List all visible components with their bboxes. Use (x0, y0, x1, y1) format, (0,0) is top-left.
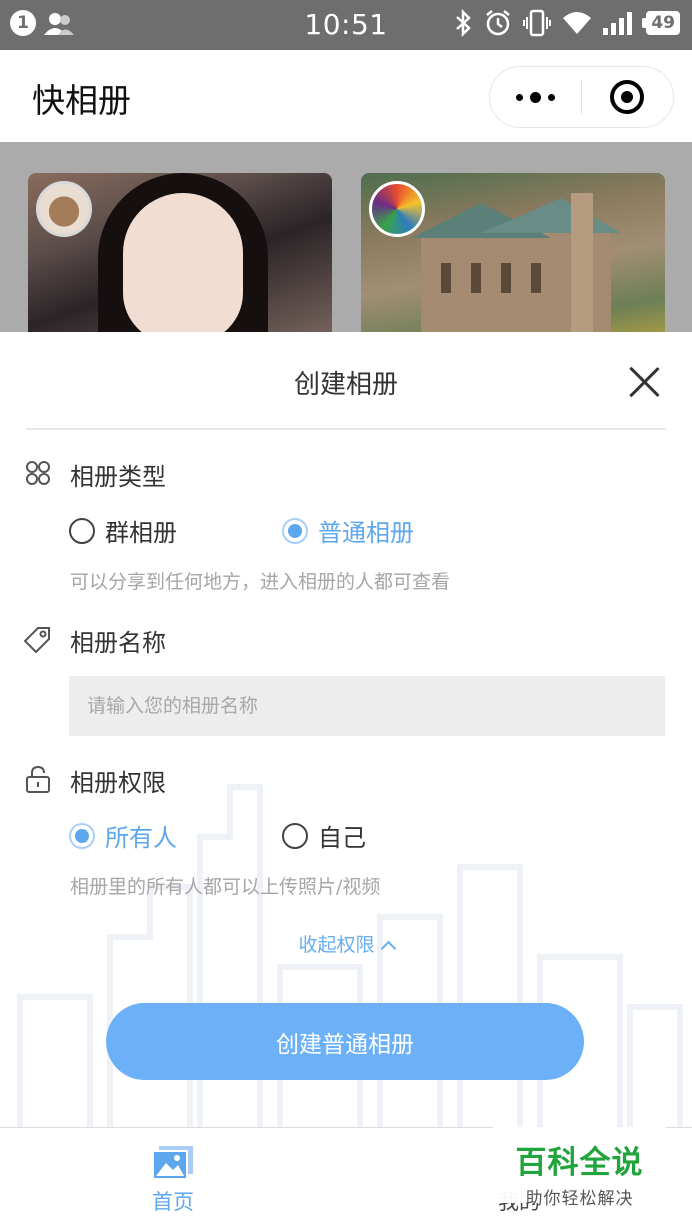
four-petal-grid-icon (26, 461, 50, 485)
wifi-icon (563, 12, 592, 34)
signal-icon (603, 12, 633, 35)
tab-label: 首页 (152, 1190, 194, 1214)
radio-label: 所有人 (105, 824, 177, 852)
radio-label: 自己 (318, 824, 366, 852)
divider (26, 428, 666, 430)
album-card[interactable] (361, 173, 665, 343)
permission-hint: 相册里的所有人都可以上传照片/视频 (70, 876, 381, 898)
album-card[interactable] (28, 173, 332, 343)
status-bar: 1 10:51 49 (0, 0, 692, 50)
permission-label: 相册权限 (70, 769, 166, 797)
nav-bar: 快相册 (0, 50, 692, 142)
castle-photo (411, 193, 621, 343)
watermark-subtitle: 助你轻松解决 (525, 1189, 634, 1209)
watermark: 百科全说 助你轻松解决 (493, 1127, 666, 1209)
alarm-icon (486, 10, 511, 36)
album-name-label: 相册名称 (70, 629, 166, 657)
lock-icon (26, 765, 50, 793)
radio-everyone[interactable]: 所有人 (69, 818, 177, 853)
bluetooth-icon (456, 9, 472, 37)
radio-group-album[interactable]: 群相册 (69, 513, 177, 548)
tab-home[interactable]: 首页 (0, 1128, 346, 1230)
collapse-permission-link[interactable]: 收起权限 (0, 930, 692, 957)
album-name-input[interactable] (69, 676, 665, 736)
mini-program-capsule (489, 66, 674, 128)
target-icon (610, 80, 645, 114)
album-type-hint: 可以分享到任何地方，进入相册的人都可查看 (70, 571, 451, 593)
sheet-title: 创建相册 (293, 370, 398, 400)
vibrate-icon (523, 9, 552, 37)
close-icon[interactable] (626, 364, 662, 400)
radio-button[interactable] (282, 822, 308, 849)
watermark-title: 百科全说 (515, 1145, 644, 1181)
radio-label: 群相册 (105, 519, 177, 547)
radio-normal-album[interactable]: 普通相册 (282, 513, 414, 548)
app-title: 快相册 (32, 81, 131, 120)
image-gallery-icon (153, 1146, 193, 1180)
radio-button[interactable] (69, 517, 95, 544)
avatar (369, 181, 425, 237)
radio-button-checked[interactable] (282, 517, 308, 544)
radio-button-checked[interactable] (69, 822, 95, 849)
radio-self[interactable]: 自己 (282, 818, 366, 853)
status-right: 49 (454, 9, 680, 37)
chevron-up-icon (380, 940, 396, 957)
create-album-button[interactable]: 创建普通相册 (106, 1003, 584, 1080)
album-grid-background (0, 142, 692, 343)
create-album-sheet: 创建相册 相册类型 群相册 普通相册 可以分享到任何地方，进入相册的人都可查看 … (0, 332, 692, 1127)
album-type-label: 相册类型 (70, 463, 166, 491)
avatar (36, 181, 92, 237)
battery-indicator: 49 (642, 11, 680, 35)
more-menu-button[interactable] (490, 67, 581, 127)
collapse-label: 收起权限 (298, 934, 375, 956)
tag-icon (24, 627, 50, 653)
radio-label: 普通相册 (318, 519, 414, 547)
close-mini-program-button[interactable] (582, 67, 673, 127)
